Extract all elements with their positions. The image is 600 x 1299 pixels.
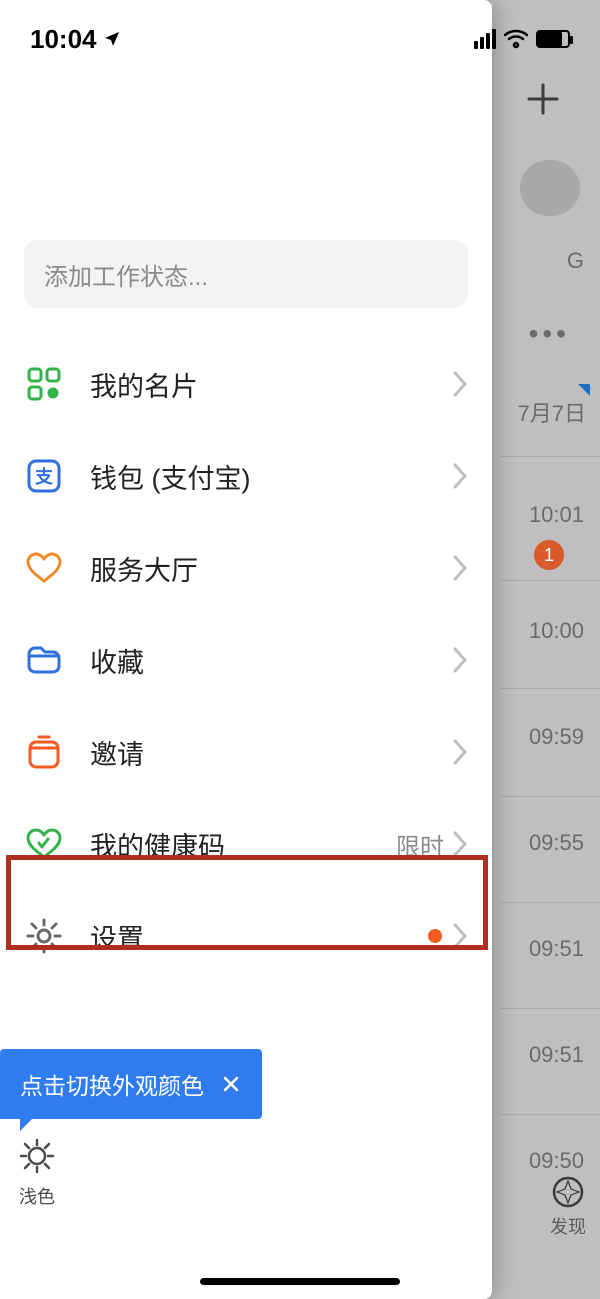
notification-dot bbox=[428, 929, 442, 943]
chevron-right-icon bbox=[452, 922, 468, 950]
menu-item-label: 收藏 bbox=[90, 641, 452, 680]
tooltip-close-button[interactable] bbox=[220, 1073, 242, 1095]
menu-item-favorites[interactable]: 收藏 bbox=[24, 614, 468, 706]
qr-icon bbox=[24, 364, 64, 404]
wifi-icon bbox=[504, 29, 528, 49]
menu-item-settings[interactable]: 设置 bbox=[24, 890, 468, 982]
menu-item-wallet[interactable]: 支 钱包 (支付宝) bbox=[24, 430, 468, 522]
chevron-right-icon bbox=[452, 830, 468, 858]
battery-icon bbox=[536, 30, 570, 48]
chevron-right-icon bbox=[452, 738, 468, 766]
folder-icon bbox=[24, 640, 64, 680]
status-time: 10:04 bbox=[30, 24, 121, 55]
theme-toggle-label: 浅色 bbox=[19, 1187, 55, 1207]
work-status-input[interactable]: 添加工作状态... bbox=[24, 240, 468, 308]
menu-item-label: 我的名片 bbox=[90, 365, 452, 404]
alipay-icon: 支 bbox=[24, 456, 64, 496]
menu-item-card[interactable]: 我的名片 bbox=[24, 338, 468, 430]
menu-item-suffix: 限时 bbox=[396, 827, 444, 862]
heart-icon bbox=[24, 548, 64, 588]
menu-item-label: 邀请 bbox=[90, 733, 452, 772]
menu-item-label: 设置 bbox=[90, 917, 428, 956]
menu-item-invite[interactable]: 邀请 bbox=[24, 706, 468, 798]
cellular-icon bbox=[474, 29, 496, 49]
menu-item-label: 我的健康码 bbox=[90, 825, 396, 864]
health-icon bbox=[24, 824, 64, 864]
svg-text:支: 支 bbox=[34, 466, 54, 487]
chevron-right-icon bbox=[452, 370, 468, 398]
work-status-placeholder: 添加工作状态... bbox=[44, 257, 208, 292]
menu-item-label: 服务大厅 bbox=[90, 549, 452, 588]
drawer-overlay[interactable]: 添加工作状态... 我的名片 支 钱包 (支付宝) bbox=[0, 0, 600, 1299]
theme-tooltip-text: 点击切换外观颜色 bbox=[20, 1067, 204, 1101]
drawer-menu: 我的名片 支 钱包 (支付宝) 服务大厅 bbox=[24, 338, 468, 982]
chevron-right-icon bbox=[452, 462, 468, 490]
menu-item-health[interactable]: 我的健康码 限时 bbox=[24, 798, 468, 890]
location-icon bbox=[103, 30, 121, 48]
menu-item-service[interactable]: 服务大厅 bbox=[24, 522, 468, 614]
side-drawer: 添加工作状态... 我的名片 支 钱包 (支付宝) bbox=[0, 0, 492, 1299]
chevron-right-icon bbox=[452, 554, 468, 582]
home-indicator bbox=[200, 1278, 400, 1285]
chevron-right-icon bbox=[452, 646, 468, 674]
box-icon bbox=[24, 732, 64, 772]
theme-tooltip: 点击切换外观颜色 bbox=[0, 1049, 262, 1119]
theme-toggle[interactable]: 浅色 bbox=[18, 1137, 56, 1209]
sun-icon bbox=[18, 1137, 56, 1175]
status-bar: 10:04 bbox=[0, 0, 600, 60]
gear-icon bbox=[24, 916, 64, 956]
menu-item-label: 钱包 (支付宝) bbox=[90, 457, 452, 496]
